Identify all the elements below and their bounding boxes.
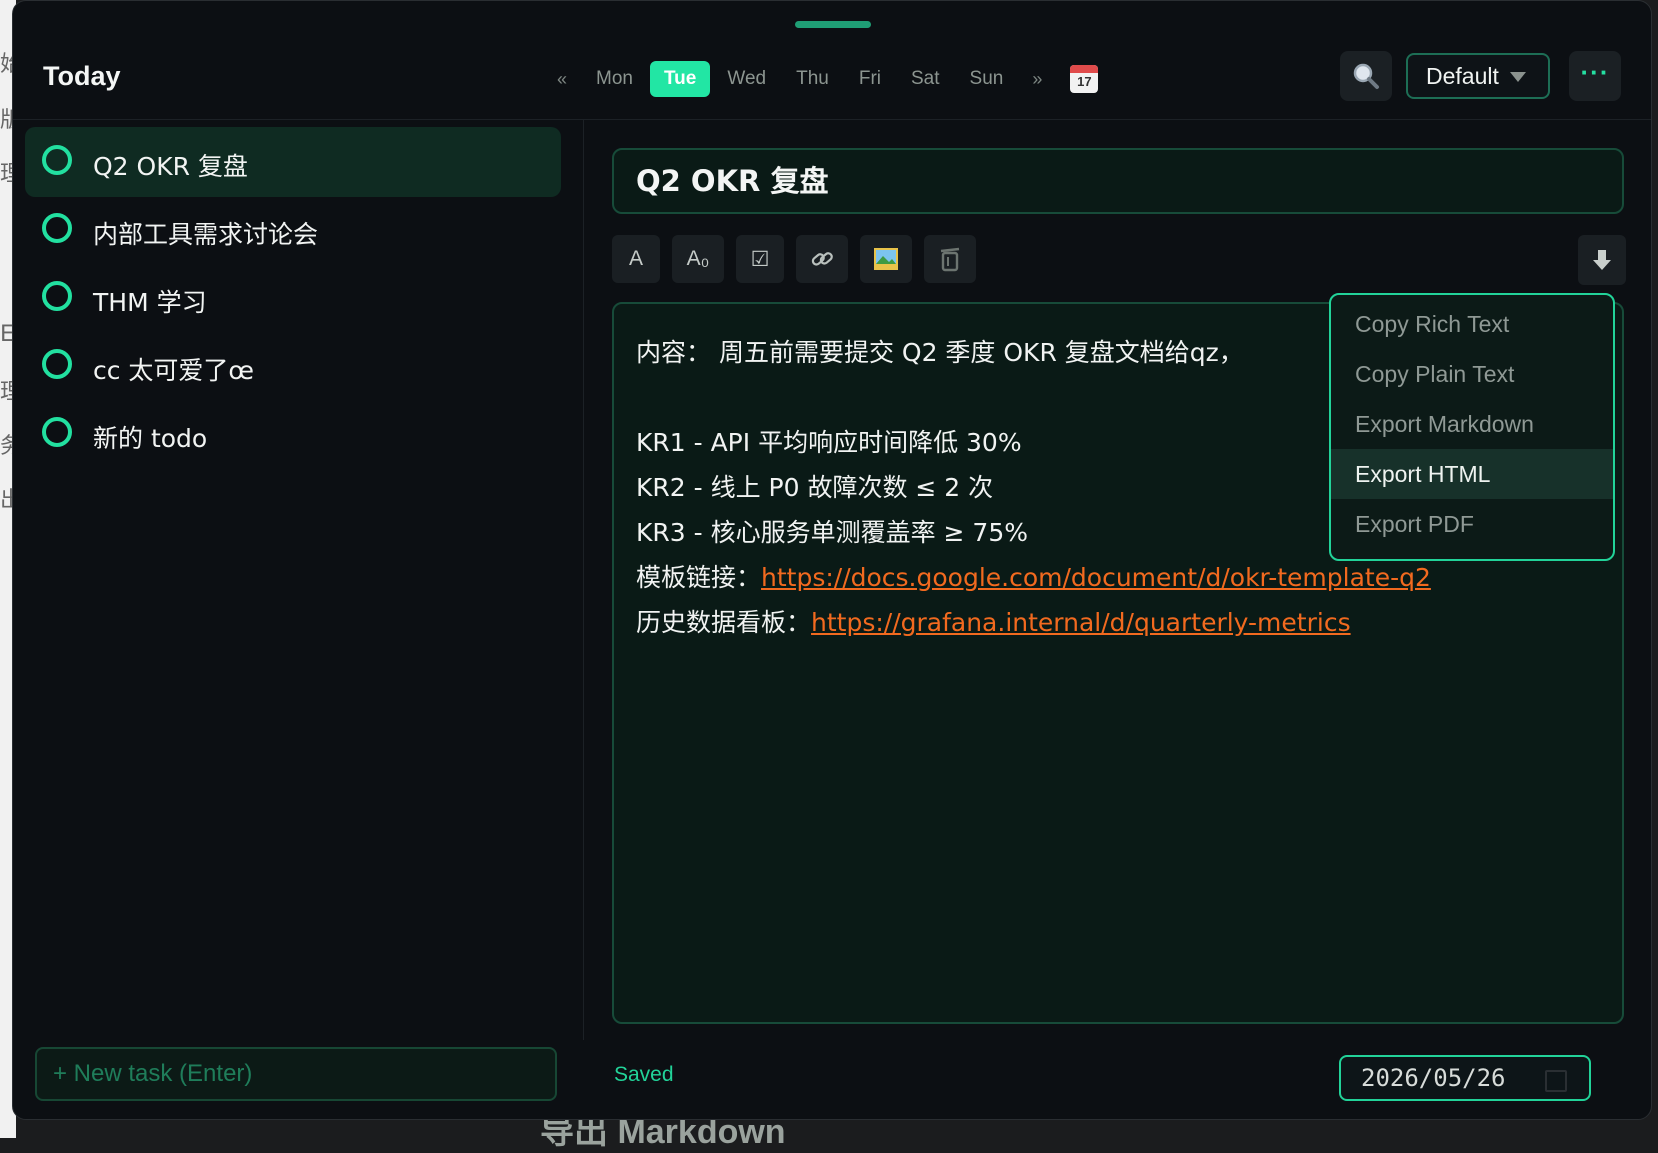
chevron-down-icon bbox=[1510, 72, 1526, 82]
task-checkbox[interactable] bbox=[42, 145, 72, 175]
history-dashboard-link[interactable]: https://grafana.internal/d/quarterly-met… bbox=[811, 608, 1351, 637]
task-list-sidebar: Q2 OKR 复盘 内部工具需求讨论会 THM 学习 cc 太可爱了œ 新的 t… bbox=[13, 120, 584, 1040]
task-checkbox[interactable] bbox=[42, 349, 72, 379]
app-window: Today « Mon Tue Wed Thu Fri Sat Sun » 17… bbox=[12, 0, 1652, 1120]
day-tab-wed[interactable]: Wed bbox=[714, 61, 779, 97]
search-icon bbox=[1353, 63, 1379, 89]
due-date-value: 2026/05/26 bbox=[1361, 1064, 1506, 1092]
calendar-icon-day: 17 bbox=[1077, 74, 1092, 89]
window-drag-handle[interactable] bbox=[795, 21, 871, 28]
menu-item-export-html[interactable]: Export HTML bbox=[1331, 449, 1613, 499]
menu-item-export-markdown[interactable]: Export Markdown bbox=[1331, 399, 1613, 449]
task-item[interactable]: THM 学习 bbox=[25, 263, 561, 333]
delete-button[interactable] bbox=[924, 235, 976, 283]
task-label: 内部工具需求讨论会 bbox=[93, 220, 319, 249]
calendar-picker-icon[interactable] bbox=[1545, 1070, 1567, 1092]
next-week-button[interactable]: » bbox=[1018, 69, 1056, 90]
template-link-label: 模板链接： bbox=[636, 563, 762, 592]
new-task-field[interactable] bbox=[35, 1047, 557, 1101]
day-tab-fri[interactable]: Fri bbox=[846, 61, 894, 97]
more-options-button[interactable]: ··· bbox=[1569, 51, 1621, 101]
task-item[interactable]: cc 太可爱了œ bbox=[25, 331, 561, 401]
task-title-input[interactable]: Q2 OKR 复盘 bbox=[612, 148, 1624, 214]
task-label: cc 太可爱了œ bbox=[93, 356, 255, 385]
page-title: Today bbox=[43, 61, 121, 91]
link-button[interactable] bbox=[796, 235, 848, 283]
menu-item-copy-rich-text[interactable]: Copy Rich Text bbox=[1331, 299, 1613, 349]
task-label: 新的 todo bbox=[93, 424, 208, 453]
task-checkbox[interactable] bbox=[42, 281, 72, 311]
image-icon bbox=[874, 248, 898, 270]
task-item[interactable]: Q2 OKR 复盘 bbox=[25, 127, 561, 197]
day-tab-sat[interactable]: Sat bbox=[898, 61, 953, 97]
link-icon bbox=[811, 252, 833, 266]
task-label: Q2 OKR 复盘 bbox=[93, 152, 248, 181]
save-status: Saved bbox=[614, 1063, 674, 1086]
day-tab-mon[interactable]: Mon bbox=[583, 61, 646, 97]
heading-button[interactable]: A₀ bbox=[672, 235, 724, 283]
new-task-input[interactable] bbox=[37, 1049, 555, 1099]
export-menu: Copy Rich Text Copy Plain Text Export Ma… bbox=[1329, 293, 1615, 561]
header: Today « Mon Tue Wed Thu Fri Sat Sun » 17… bbox=[13, 41, 1651, 120]
calendar-icon[interactable]: 17 bbox=[1070, 65, 1099, 93]
task-item[interactable]: 内部工具需求讨论会 bbox=[25, 195, 561, 265]
menu-item-export-pdf[interactable]: Export PDF bbox=[1331, 499, 1613, 549]
checkbox-button[interactable]: ☑ bbox=[736, 235, 784, 283]
image-button[interactable] bbox=[860, 235, 912, 283]
editor-toolbar: A A₀ ☑ bbox=[612, 235, 988, 285]
week-navigator: « Mon Tue Wed Thu Fri Sat Sun » 17 bbox=[543, 59, 1099, 99]
export-button[interactable] bbox=[1578, 235, 1626, 285]
task-checkbox[interactable] bbox=[42, 213, 72, 243]
day-tab-thu[interactable]: Thu bbox=[783, 61, 842, 97]
history-link-label: 历史数据看板： bbox=[636, 608, 812, 637]
task-item[interactable]: 新的 todo bbox=[25, 399, 561, 469]
note-line: 历史数据看板：https://grafana.internal/d/quarte… bbox=[636, 600, 1600, 645]
trash-icon bbox=[940, 247, 960, 272]
due-date-field[interactable]: 2026/05/26 bbox=[1339, 1055, 1591, 1101]
task-label: THM 学习 bbox=[93, 288, 207, 317]
template-link[interactable]: https://docs.google.com/document/d/okr-t… bbox=[761, 563, 1431, 592]
profile-select-value: Default bbox=[1426, 62, 1499, 89]
task-checkbox[interactable] bbox=[42, 417, 72, 447]
text-format-button[interactable]: A bbox=[612, 235, 660, 283]
menu-item-copy-plain-text[interactable]: Copy Plain Text bbox=[1331, 349, 1613, 399]
profile-select[interactable]: Default bbox=[1406, 53, 1550, 99]
day-tab-tue[interactable]: Tue bbox=[649, 61, 711, 97]
note-line: 模板链接：https://docs.google.com/document/d/… bbox=[636, 555, 1600, 600]
prev-week-button[interactable]: « bbox=[543, 69, 581, 90]
task-detail-panel: Q2 OKR 复盘 A A₀ ☑ 内容： 周五前需要提交 Q2 季度 OKR 复… bbox=[584, 120, 1651, 1119]
download-arrow-icon bbox=[1593, 250, 1611, 270]
search-button[interactable] bbox=[1340, 51, 1392, 101]
day-tab-sun[interactable]: Sun bbox=[957, 61, 1017, 97]
